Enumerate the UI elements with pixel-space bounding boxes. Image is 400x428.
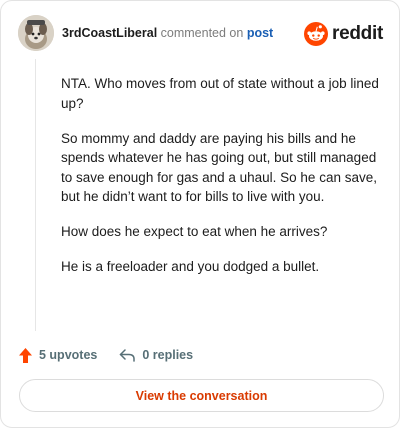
replies-label: 0 replies: [142, 348, 194, 362]
post-link[interactable]: post: [247, 26, 273, 40]
comment-paragraph: He is a freeloader and you dodged a bull…: [61, 259, 320, 274]
thread-line: [35, 59, 36, 331]
user-avatar[interactable]: [18, 15, 54, 51]
reddit-wordmark: reddit: [332, 23, 383, 44]
comment-paragraph: NTA. Who moves from out of state without…: [61, 76, 379, 111]
reddit-snoo-icon: [304, 22, 329, 46]
reddit-logo[interactable]: reddit: [304, 21, 383, 47]
comment-body: NTA. Who moves from out of state without…: [61, 74, 381, 292]
comment-actions: 5 upvotes 0 replies: [19, 345, 193, 365]
comment-meta: 3rdCoastLiberal commented on post: [62, 26, 273, 40]
replies-count[interactable]: 0 replies: [119, 348, 193, 362]
comment-paragraph: How does he expect to eat when he arrive…: [61, 224, 328, 239]
username-link[interactable]: 3rdCoastLiberal: [62, 26, 157, 40]
upvotes-count[interactable]: 5 upvotes: [19, 347, 98, 363]
commented-on-text: commented on: [160, 26, 244, 40]
view-conversation-button[interactable]: View the conversation: [19, 379, 384, 412]
upvote-arrow-icon: [19, 347, 32, 363]
comment-embed-card: 3rdCoastLiberal commented on post reddit…: [0, 0, 400, 428]
reply-arrow-icon: [120, 348, 136, 362]
avatar-dog-icon: [18, 15, 54, 51]
comment-header: 3rdCoastLiberal commented on post reddit: [18, 15, 383, 53]
comment-paragraph: So mommy and daddy are paying his bills …: [61, 130, 377, 205]
upvotes-label: 5 upvotes: [39, 348, 98, 362]
